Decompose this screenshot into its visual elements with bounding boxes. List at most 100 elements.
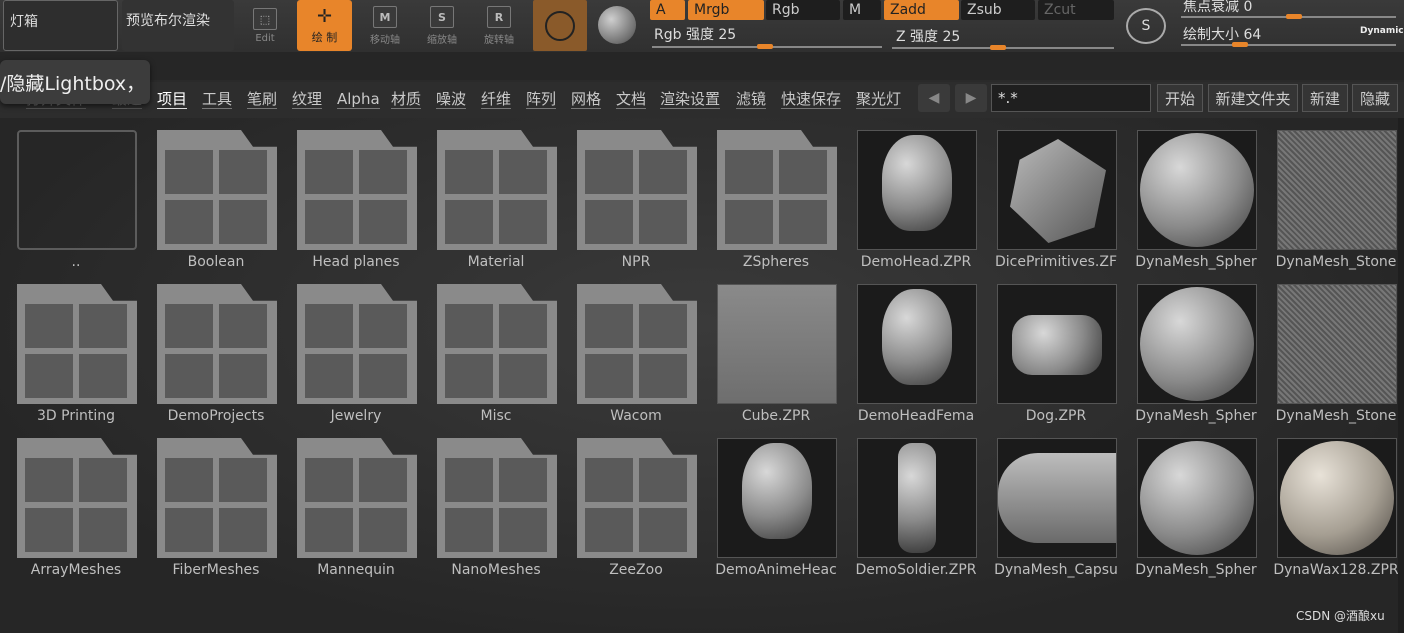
folder-item[interactable]: Material xyxy=(420,118,560,272)
folder-preview-thumb xyxy=(445,508,493,552)
draw-crosshair-icon: ✛ xyxy=(316,5,333,27)
right-scrollbar[interactable] xyxy=(1398,118,1404,633)
tab-14[interactable]: 滤镜 xyxy=(736,90,767,109)
folder-item[interactable]: NPR xyxy=(560,118,700,272)
file-item[interactable]: DemoSoldier.ZPR xyxy=(840,426,980,580)
mrgb-toggle[interactable]: Mrgb xyxy=(688,0,764,20)
folder-item[interactable]: Wacom xyxy=(560,272,700,426)
file-item[interactable]: DynaMesh_Capsu xyxy=(980,426,1120,580)
zsub-toggle[interactable]: Zsub xyxy=(961,0,1035,20)
folder-icon xyxy=(577,438,697,558)
file-item[interactable]: Dog.ZPR xyxy=(980,272,1120,426)
tab-10[interactable]: 阵列 xyxy=(526,90,557,109)
item-label: DynaMesh_Spher xyxy=(1135,254,1257,270)
material-button[interactable] xyxy=(533,0,587,51)
zadd-toggle[interactable]: Zadd xyxy=(884,0,959,20)
rotate-button[interactable]: R 旋转轴 xyxy=(471,3,527,49)
tab-15[interactable]: 快速保存 xyxy=(781,90,842,109)
z-intensity-knob[interactable] xyxy=(990,45,1006,50)
tab-2[interactable]: 项目 xyxy=(157,90,188,109)
draw-size-knob[interactable] xyxy=(1232,42,1248,47)
folder-preview-thumb xyxy=(219,200,267,244)
tab-3[interactable]: 工具 xyxy=(202,90,233,109)
item-label: ZSpheres xyxy=(742,254,810,270)
folder-preview-thumb xyxy=(165,508,213,552)
zcut-toggle[interactable]: Zcut xyxy=(1038,0,1114,20)
new-folder-button[interactable]: 新建文件夹 xyxy=(1208,84,1298,112)
focal-shift-knob[interactable] xyxy=(1286,14,1302,19)
preview-bool-render-button[interactable]: 预览布尔渲染 xyxy=(122,0,234,51)
rgb-intensity-label: Rgb 强度 25 xyxy=(654,27,737,43)
forward-arrow-button[interactable]: ▶ xyxy=(955,84,987,112)
folder-preview-thumb xyxy=(359,200,407,244)
folder-item[interactable]: ZeeZoo xyxy=(560,426,700,580)
start-button[interactable]: 开始 xyxy=(1157,84,1203,112)
dynamic-toggle[interactable]: Dynamic xyxy=(1360,26,1404,36)
draw-size-slider[interactable] xyxy=(1181,44,1396,46)
new-button[interactable]: 新建 xyxy=(1302,84,1348,112)
brush-sphere-button[interactable] xyxy=(598,6,636,44)
a-toggle[interactable]: A xyxy=(650,0,685,20)
lightbox-button[interactable]: 灯箱 xyxy=(3,0,118,51)
draw-button[interactable]: ✛ 绘 制 xyxy=(297,0,352,51)
folder-item[interactable]: Jewelry xyxy=(280,272,420,426)
folder-preview-thumb xyxy=(165,304,213,348)
edit-icon: ⬚ xyxy=(253,8,277,30)
file-item[interactable]: DynaWax128.ZPR xyxy=(1260,426,1400,580)
tab-8[interactable]: 噪波 xyxy=(436,90,467,109)
brush-settings-icon[interactable]: S xyxy=(1126,8,1166,44)
file-item[interactable]: DynaMesh_Spher xyxy=(1120,118,1260,272)
dice-thumbnail xyxy=(997,130,1117,250)
move-button[interactable]: M 移动轴 xyxy=(357,3,413,49)
tab-12[interactable]: 文档 xyxy=(616,90,647,109)
folder-preview-thumb xyxy=(639,458,687,502)
tab-6[interactable]: Alpha xyxy=(337,90,380,109)
file-item[interactable]: DynaMesh_Stone xyxy=(1260,118,1400,272)
file-item[interactable]: DemoAnimeHeac xyxy=(700,426,840,580)
back-arrow-button[interactable]: ◀ xyxy=(918,84,950,112)
folder-item[interactable]: FiberMeshes xyxy=(140,426,280,580)
folder-icon xyxy=(157,438,277,558)
file-item[interactable]: Cube.ZPR xyxy=(700,272,840,426)
file-filter-input[interactable] xyxy=(991,84,1151,112)
tab-13[interactable]: 渲染设置 xyxy=(660,90,721,109)
item-label: NanoMeshes xyxy=(451,562,541,578)
folder-item[interactable]: ZSpheres xyxy=(700,118,840,272)
file-item[interactable]: DemoHead.ZPR xyxy=(840,118,980,272)
item-label: DynaMesh_Spher xyxy=(1135,562,1257,578)
folder-preview-thumb xyxy=(219,354,267,398)
tab-7[interactable]: 材质 xyxy=(391,90,422,109)
scale-button[interactable]: S 缩放轴 xyxy=(414,3,470,49)
item-label: DicePrimitives.ZF xyxy=(994,254,1117,270)
tab-5[interactable]: 纹理 xyxy=(292,90,323,109)
file-item[interactable]: DicePrimitives.ZF xyxy=(980,118,1120,272)
file-item[interactable]: DynaMesh_Spher xyxy=(1120,426,1260,580)
tab-4[interactable]: 笔刷 xyxy=(247,90,278,109)
m-toggle[interactable]: M xyxy=(843,0,881,20)
rgb-intensity-knob[interactable] xyxy=(757,44,773,49)
folder-preview-thumb xyxy=(219,304,267,348)
folder-item[interactable]: Boolean xyxy=(140,118,280,272)
folder-item[interactable]: Misc xyxy=(420,272,560,426)
tab-9[interactable]: 纤维 xyxy=(481,90,512,109)
hide-button[interactable]: 隐藏 xyxy=(1352,84,1398,112)
parent-folder-item[interactable]: .. xyxy=(0,118,140,272)
rgb-toggle[interactable]: Rgb xyxy=(766,0,840,20)
item-label: 3D Printing xyxy=(37,408,115,424)
folder-preview-thumb xyxy=(219,150,267,194)
stone-shape xyxy=(1278,131,1396,249)
tab-16[interactable]: 聚光灯 xyxy=(856,90,902,109)
folder-item[interactable]: NanoMeshes xyxy=(420,426,560,580)
folder-preview-thumb xyxy=(585,304,633,348)
folder-item[interactable]: DemoProjects xyxy=(140,272,280,426)
folder-item[interactable]: Head planes xyxy=(280,118,420,272)
folder-item[interactable]: 3D Printing xyxy=(0,272,140,426)
folder-icon xyxy=(157,130,277,250)
edit-button[interactable]: ⬚ Edit xyxy=(237,3,293,49)
file-item[interactable]: DemoHeadFema xyxy=(840,272,980,426)
file-item[interactable]: DynaMesh_Spher xyxy=(1120,272,1260,426)
folder-item[interactable]: Mannequin xyxy=(280,426,420,580)
file-item[interactable]: DynaMesh_Stone xyxy=(1260,272,1400,426)
folder-item[interactable]: ArrayMeshes xyxy=(0,426,140,580)
tab-11[interactable]: 网格 xyxy=(571,90,602,109)
